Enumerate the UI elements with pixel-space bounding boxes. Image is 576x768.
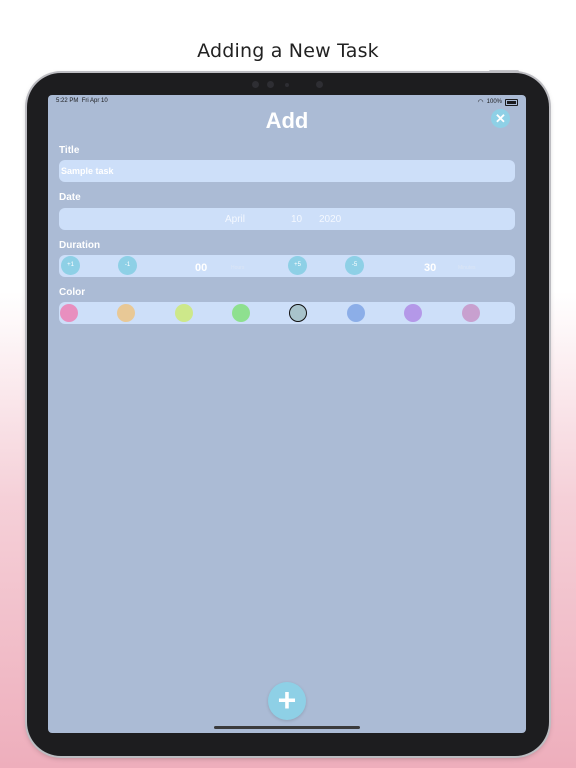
status-right: ◠ 100% bbox=[478, 98, 518, 106]
color-swatch[interactable] bbox=[289, 304, 307, 322]
home-indicator bbox=[214, 726, 360, 729]
title-label: Title bbox=[59, 145, 80, 156]
date-day[interactable]: 10 bbox=[291, 214, 302, 225]
hour-increment-button[interactable]: +1 bbox=[61, 256, 80, 275]
color-swatch[interactable] bbox=[60, 304, 78, 322]
screenshot-caption: Adding a New Task bbox=[197, 40, 379, 62]
date-month[interactable]: April bbox=[225, 214, 245, 225]
app-screen: 5:22 PM Fri Apr 10 ◠ 100% Add ✕ Title Da… bbox=[48, 95, 526, 733]
wifi-icon: ◠ bbox=[477, 99, 484, 106]
color-swatch[interactable] bbox=[347, 304, 365, 322]
sensor-dot bbox=[267, 81, 274, 88]
battery-percent: 100% bbox=[486, 99, 502, 105]
minute-increment-button[interactable]: +5 bbox=[288, 256, 307, 275]
status-time: 5:22 PM bbox=[56, 98, 79, 104]
status-date: Fri Apr 10 bbox=[81, 98, 108, 104]
minutes-unit: Minutes bbox=[458, 265, 476, 271]
color-swatch[interactable] bbox=[232, 304, 250, 322]
color-picker bbox=[59, 302, 515, 324]
hours-unit: Hours bbox=[231, 265, 245, 271]
date-label: Date bbox=[59, 192, 81, 203]
add-task-button[interactable]: + bbox=[268, 682, 306, 720]
duration-label: Duration bbox=[59, 240, 101, 251]
title-input[interactable] bbox=[61, 160, 501, 182]
minutes-value: 30 bbox=[424, 262, 437, 274]
close-button[interactable]: ✕ bbox=[491, 109, 510, 128]
sensor-dot bbox=[252, 81, 259, 88]
color-label: Color bbox=[59, 287, 86, 298]
battery-icon bbox=[505, 98, 518, 106]
color-swatch[interactable] bbox=[462, 304, 480, 322]
hours-value: 00 bbox=[195, 262, 208, 274]
page-title: Add bbox=[265, 108, 309, 133]
title-field[interactable] bbox=[59, 160, 515, 182]
plus-icon: + bbox=[277, 682, 297, 718]
duration-field: +1 -1 00 Hours +5 -5 30 Minutes bbox=[59, 255, 515, 277]
hour-decrement-button[interactable]: -1 bbox=[118, 256, 137, 275]
status-left: 5:22 PM Fri Apr 10 bbox=[56, 98, 108, 104]
color-swatch[interactable] bbox=[117, 304, 135, 322]
minute-decrement-button[interactable]: -5 bbox=[345, 256, 364, 275]
camera-icon bbox=[285, 83, 289, 87]
date-year[interactable]: 2020 bbox=[319, 214, 341, 225]
color-swatch[interactable] bbox=[175, 304, 193, 322]
status-bar: 5:22 PM Fri Apr 10 ◠ 100% bbox=[56, 98, 518, 108]
sensor-dot bbox=[316, 81, 323, 88]
color-swatch[interactable] bbox=[404, 304, 422, 322]
date-picker[interactable]: April 10 2020 bbox=[59, 208, 515, 230]
